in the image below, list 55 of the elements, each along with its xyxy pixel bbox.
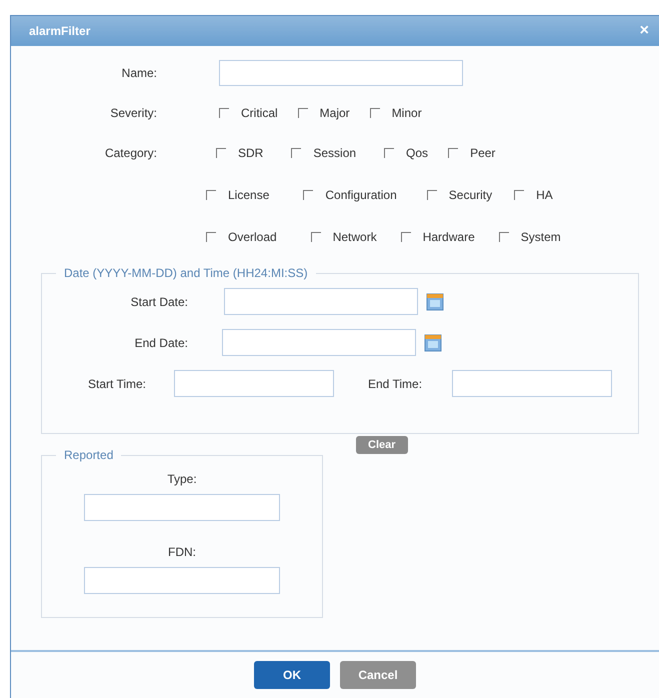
checkbox-label: Network (332, 230, 377, 244)
field-label: Severity: (109, 106, 158, 120)
checkbox-label: Qos (406, 146, 428, 160)
checkbox[interactable] (291, 148, 302, 158)
checkbox-label: System (520, 230, 561, 244)
field-label: Start Date: (130, 294, 189, 308)
checkbox-label: HA (536, 188, 553, 202)
checkbox-label: Hardware (422, 230, 475, 244)
field-label: End Date: (134, 336, 189, 350)
field-label: FDN: (168, 545, 196, 559)
checkbox[interactable] (426, 190, 437, 200)
checkbox[interactable] (448, 148, 458, 158)
checkbox[interactable] (219, 108, 229, 118)
group-title: Date (YYYY-MM-DD) and Time (HH24:MI:SS) (63, 266, 309, 280)
checkbox-label: Critical (241, 106, 278, 120)
cancel-button[interactable]: Cancel (340, 661, 416, 689)
checkbox-label: Configuration (325, 188, 397, 202)
type-field[interactable] (84, 494, 280, 521)
field-label: Category: (104, 146, 158, 160)
checkbox[interactable] (498, 232, 509, 242)
checkbox-label: Major (320, 106, 350, 120)
field-label: End Time: (368, 376, 424, 390)
checkbox-label: Minor (392, 106, 422, 120)
field-label: Start Time: (88, 376, 148, 390)
checkbox-label: License (228, 188, 270, 202)
start-time-field[interactable] (174, 370, 334, 397)
checkbox[interactable] (206, 190, 216, 200)
checkbox[interactable] (310, 232, 321, 242)
end-date-field[interactable] (222, 329, 416, 356)
field-label: Type: (167, 472, 197, 486)
fdn-field[interactable] (84, 567, 280, 594)
checkbox[interactable] (206, 232, 216, 242)
group-title: Reported (63, 448, 114, 462)
calendar-icon[interactable] (424, 334, 442, 352)
checkbox[interactable] (370, 108, 380, 118)
name-field[interactable] (219, 60, 463, 86)
calendar-icon[interactable] (426, 292, 444, 310)
ok-button[interactable]: OK (254, 661, 330, 689)
checkbox[interactable] (400, 232, 411, 242)
end-time-field[interactable] (452, 370, 612, 397)
checkbox[interactable] (384, 148, 394, 158)
checkbox-label: Overload (228, 230, 277, 244)
checkbox-label: Session (313, 146, 356, 160)
checkbox-label: Peer (470, 146, 496, 160)
field-label: Name: (120, 66, 158, 80)
checkbox[interactable] (514, 190, 524, 200)
checkbox[interactable] (303, 190, 314, 200)
start-date-field[interactable] (224, 288, 418, 315)
checkbox[interactable] (216, 148, 226, 158)
checkbox-label: SDR (238, 146, 264, 160)
checkbox-label: Security (448, 188, 492, 202)
checkbox[interactable] (298, 108, 308, 118)
clear-button[interactable]: Clear (356, 436, 408, 454)
window-title: alarmFilter (29, 24, 90, 38)
close-button[interactable]: × (636, 22, 653, 40)
